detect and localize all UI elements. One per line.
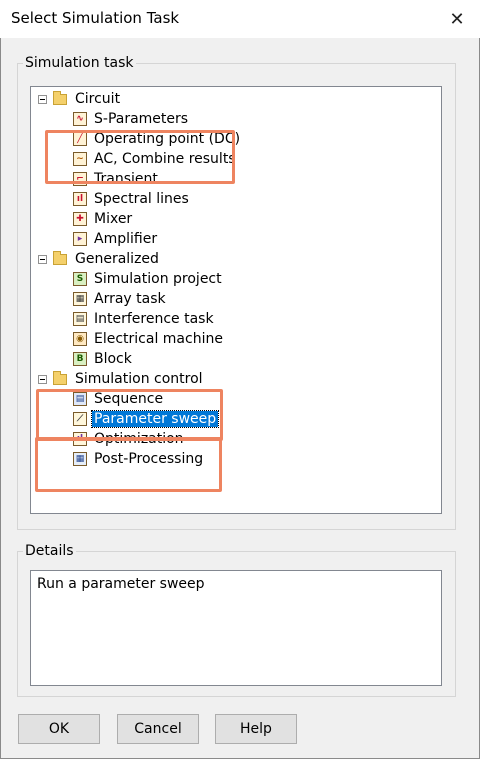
mixer-icon: ✚ xyxy=(73,212,87,226)
highlight-box-parameter-sweep xyxy=(36,389,223,441)
tree-item-interference-task[interactable]: ▤ Interference task xyxy=(73,309,216,329)
tree-label: Amplifier xyxy=(94,231,158,247)
tree-label: Block xyxy=(94,351,132,367)
interference-task-icon: ▤ xyxy=(73,312,87,326)
tree-label: Generalized xyxy=(75,251,159,267)
block-icon: B xyxy=(73,352,87,366)
highlight-box-post-processing xyxy=(35,437,222,492)
collapse-toggle-icon[interactable] xyxy=(38,254,47,264)
tree-item-s-parameters[interactable]: ∿ S-Parameters xyxy=(73,109,190,129)
array-task-icon: ▦ xyxy=(73,292,87,306)
details-box: Run a parameter sweep xyxy=(30,570,442,686)
tree-label: Interference task xyxy=(94,311,214,327)
folder-icon xyxy=(53,90,67,105)
details-text: Run a parameter sweep xyxy=(37,576,205,592)
tree-item-array-task[interactable]: ▦ Array task xyxy=(73,289,168,309)
tree-item-mixer[interactable]: ✚ Mixer xyxy=(73,209,134,229)
window-title: Select Simulation Task xyxy=(11,9,180,27)
tree-folder-simulation-control[interactable]: Simulation control xyxy=(38,369,205,389)
close-icon[interactable]: ✕ xyxy=(434,0,480,38)
cancel-button[interactable]: Cancel xyxy=(117,714,199,744)
details-legend: Details xyxy=(23,543,76,559)
tree-label: Spectral lines xyxy=(94,191,189,207)
tree-folder-circuit[interactable]: Circuit xyxy=(38,89,122,109)
tree-item-simulation-project[interactable]: S Simulation project xyxy=(73,269,224,289)
simulation-project-icon: S xyxy=(73,272,87,286)
s-parameters-icon: ∿ xyxy=(73,112,87,126)
ok-button[interactable]: OK xyxy=(18,714,100,744)
tree-folder-generalized[interactable]: Generalized xyxy=(38,249,161,269)
electrical-machine-icon: ◉ xyxy=(73,332,87,346)
tree-label: Simulation control xyxy=(75,371,203,387)
tree-label: Electrical machine xyxy=(94,331,223,347)
tree-item-block[interactable]: B Block xyxy=(73,349,134,369)
title-bar: Select Simulation Task ✕ xyxy=(0,0,480,38)
tree-label: S-Parameters xyxy=(94,111,189,127)
tree-item-electrical-machine[interactable]: ◉ Electrical machine xyxy=(73,329,225,349)
spectral-lines-icon: ıl xyxy=(73,192,87,206)
tree-label: Simulation project xyxy=(94,271,222,287)
tree-item-amplifier[interactable]: ▸ Amplifier xyxy=(73,229,159,249)
collapse-toggle-icon[interactable] xyxy=(38,94,47,104)
collapse-toggle-icon[interactable] xyxy=(38,374,47,384)
folder-icon xyxy=(53,370,67,385)
simulation-task-legend: Simulation task xyxy=(23,55,136,71)
amplifier-icon: ▸ xyxy=(73,232,87,246)
tree-item-spectral-lines[interactable]: ıl Spectral lines xyxy=(73,189,191,209)
tree-label: Circuit xyxy=(75,91,121,107)
tree-label: Array task xyxy=(94,291,166,307)
tree-label: Mixer xyxy=(94,211,133,227)
help-button[interactable]: Help xyxy=(215,714,297,744)
highlight-box-ac xyxy=(45,130,235,184)
folder-icon xyxy=(53,250,67,265)
